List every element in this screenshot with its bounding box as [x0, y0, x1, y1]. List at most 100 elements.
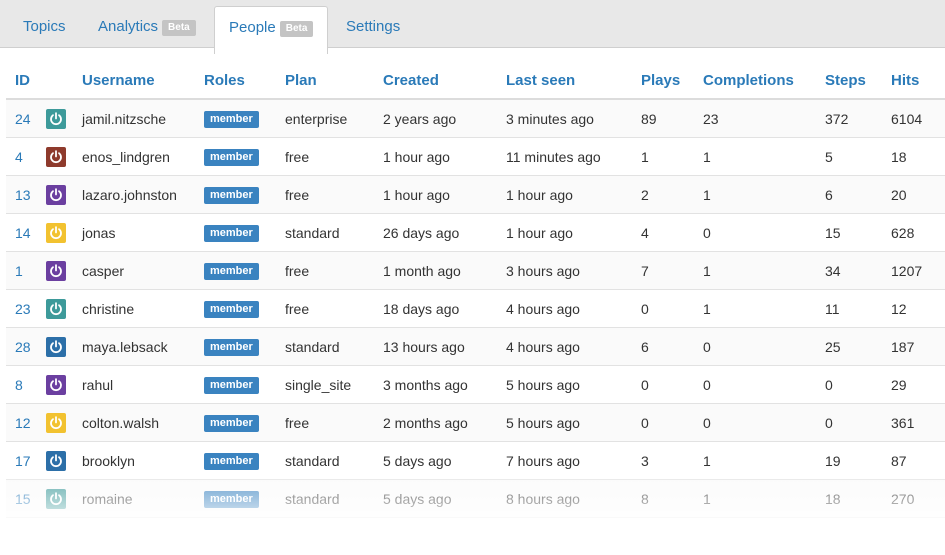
column-header-avatar [46, 62, 82, 100]
completions-cell: 0 [703, 213, 825, 252]
role-badge: member [204, 377, 259, 394]
created-cell: 5 days ago [383, 479, 506, 518]
table-row[interactable]: 4 enos_lindgren member free 1 hour ago 11 min… [6, 137, 945, 176]
user-id-link[interactable]: 13 [15, 187, 31, 203]
created-cell: 13 hours ago [383, 327, 506, 366]
user-id-link[interactable]: 24 [15, 111, 31, 127]
steps-cell: 0 [825, 365, 891, 404]
plan-cell: free [285, 137, 383, 176]
plays-cell: 0 [641, 365, 703, 404]
table-row[interactable]: 8 rahul member single_site 3 months ago 5 hou… [6, 365, 945, 404]
table-header-row: ID Username Roles Plan Created Last seen… [6, 62, 945, 100]
column-header-created[interactable]: Created [383, 62, 506, 100]
role-badge: member [204, 263, 259, 280]
completions-cell: 1 [703, 441, 825, 480]
column-header-completions[interactable]: Completions [703, 62, 825, 100]
table-row[interactable]: 24 jamil.nitzsche member enterprise 2 years … [6, 99, 945, 138]
tab-settings[interactable]: Settings [346, 0, 400, 48]
table-row[interactable]: 12 colton.walsh member free 2 months ago 5 ho… [6, 403, 945, 442]
power-icon [50, 149, 62, 163]
plan-cell: free [285, 251, 383, 290]
user-id-link[interactable]: 14 [15, 225, 31, 241]
plan-cell: single_site [285, 365, 383, 404]
user-id-link[interactable]: 4 [15, 149, 23, 165]
tab-label: Analytics [98, 18, 159, 35]
plays-cell: 89 [641, 99, 703, 138]
power-icon [50, 225, 62, 239]
user-id-link[interactable]: 1 [15, 263, 23, 279]
avatar[interactable] [46, 298, 66, 319]
column-header-last-seen[interactable]: Last seen [506, 62, 641, 100]
user-id-link[interactable]: 12 [15, 415, 31, 431]
steps-cell: 19 [825, 441, 891, 480]
table-row[interactable]: 1 casper member free 1 month ago 3 hours ago 7… [6, 251, 945, 290]
created-cell: 18 days ago [383, 289, 506, 328]
completions-cell: 23 [703, 99, 825, 138]
role-badge: member [204, 111, 259, 128]
power-icon [50, 301, 62, 315]
table-row[interactable]: 15 romaine member standard 5 days ago 8 hours… [6, 479, 945, 518]
column-header-roles[interactable]: Roles [204, 62, 285, 100]
created-cell: 1 hour ago [383, 137, 506, 176]
column-header-plays[interactable]: Plays [641, 62, 703, 100]
table-row[interactable]: 14 jonas member standard 26 days ago 1 hour a… [6, 213, 945, 252]
steps-cell: 34 [825, 251, 891, 290]
steps-cell: 5 [825, 137, 891, 176]
table-row[interactable]: 23 christine member free 18 days ago 4 hours … [6, 289, 945, 328]
avatar[interactable] [46, 488, 66, 509]
role-badge: member [204, 339, 259, 356]
power-icon [50, 339, 62, 353]
user-id-link[interactable]: 28 [15, 339, 31, 355]
hits-cell: 628 [891, 213, 945, 252]
created-cell: 3 months ago [383, 365, 506, 404]
role-badge: member [204, 301, 259, 318]
plays-cell: 6 [641, 327, 703, 366]
last-seen-cell: 8 hours ago [506, 479, 641, 518]
tab-topics[interactable]: Topics [23, 0, 66, 48]
beta-badge: Beta [279, 21, 314, 37]
hits-cell: 20 [891, 175, 945, 214]
username-cell: jamil.nitzsche [82, 99, 204, 138]
tab-analytics[interactable]: Analytics Beta [98, 0, 196, 48]
column-header-steps[interactable]: Steps [825, 62, 891, 100]
table-row[interactable]: 17 brooklyn member standard 5 days ago 7 hour… [6, 441, 945, 480]
plays-cell: 3 [641, 441, 703, 480]
power-icon [50, 415, 62, 429]
steps-cell: 25 [825, 327, 891, 366]
avatar[interactable] [46, 412, 66, 433]
user-id-link[interactable]: 8 [15, 377, 23, 393]
username-cell: rahul [82, 365, 204, 404]
column-header-id[interactable]: ID [6, 62, 46, 100]
avatar[interactable] [46, 260, 66, 281]
avatar[interactable] [46, 336, 66, 357]
username-cell: lazaro.johnston [82, 175, 204, 214]
username-cell: christine [82, 289, 204, 328]
created-cell: 1 month ago [383, 251, 506, 290]
avatar[interactable] [46, 222, 66, 243]
hits-cell: 12 [891, 289, 945, 328]
avatar[interactable] [46, 450, 66, 471]
user-id-link[interactable]: 15 [15, 491, 31, 507]
avatar[interactable] [46, 184, 66, 205]
last-seen-cell: 7 hours ago [506, 441, 641, 480]
user-id-link[interactable]: 23 [15, 301, 31, 317]
hits-cell: 1207 [891, 251, 945, 290]
avatar[interactable] [46, 374, 66, 395]
user-id-link[interactable]: 17 [15, 453, 31, 469]
plays-cell: 2 [641, 175, 703, 214]
plays-cell: 0 [641, 403, 703, 442]
role-badge: member [204, 149, 259, 166]
avatar[interactable] [46, 108, 66, 129]
tab-people[interactable]: People Beta [214, 6, 329, 54]
created-cell: 2 months ago [383, 403, 506, 442]
power-icon [50, 187, 62, 201]
table-row[interactable]: 28 maya.lebsack member standard 13 hours ago… [6, 327, 945, 366]
column-header-username[interactable]: Username [82, 62, 204, 100]
steps-cell: 372 [825, 99, 891, 138]
table-row[interactable]: 13 lazaro.johnston member free 1 hour ago 1 h… [6, 175, 945, 214]
column-header-plan[interactable]: Plan [285, 62, 383, 100]
plays-cell: 8 [641, 479, 703, 518]
column-header-hits[interactable]: Hits [891, 62, 945, 100]
avatar[interactable] [46, 146, 66, 167]
power-icon [50, 111, 62, 125]
